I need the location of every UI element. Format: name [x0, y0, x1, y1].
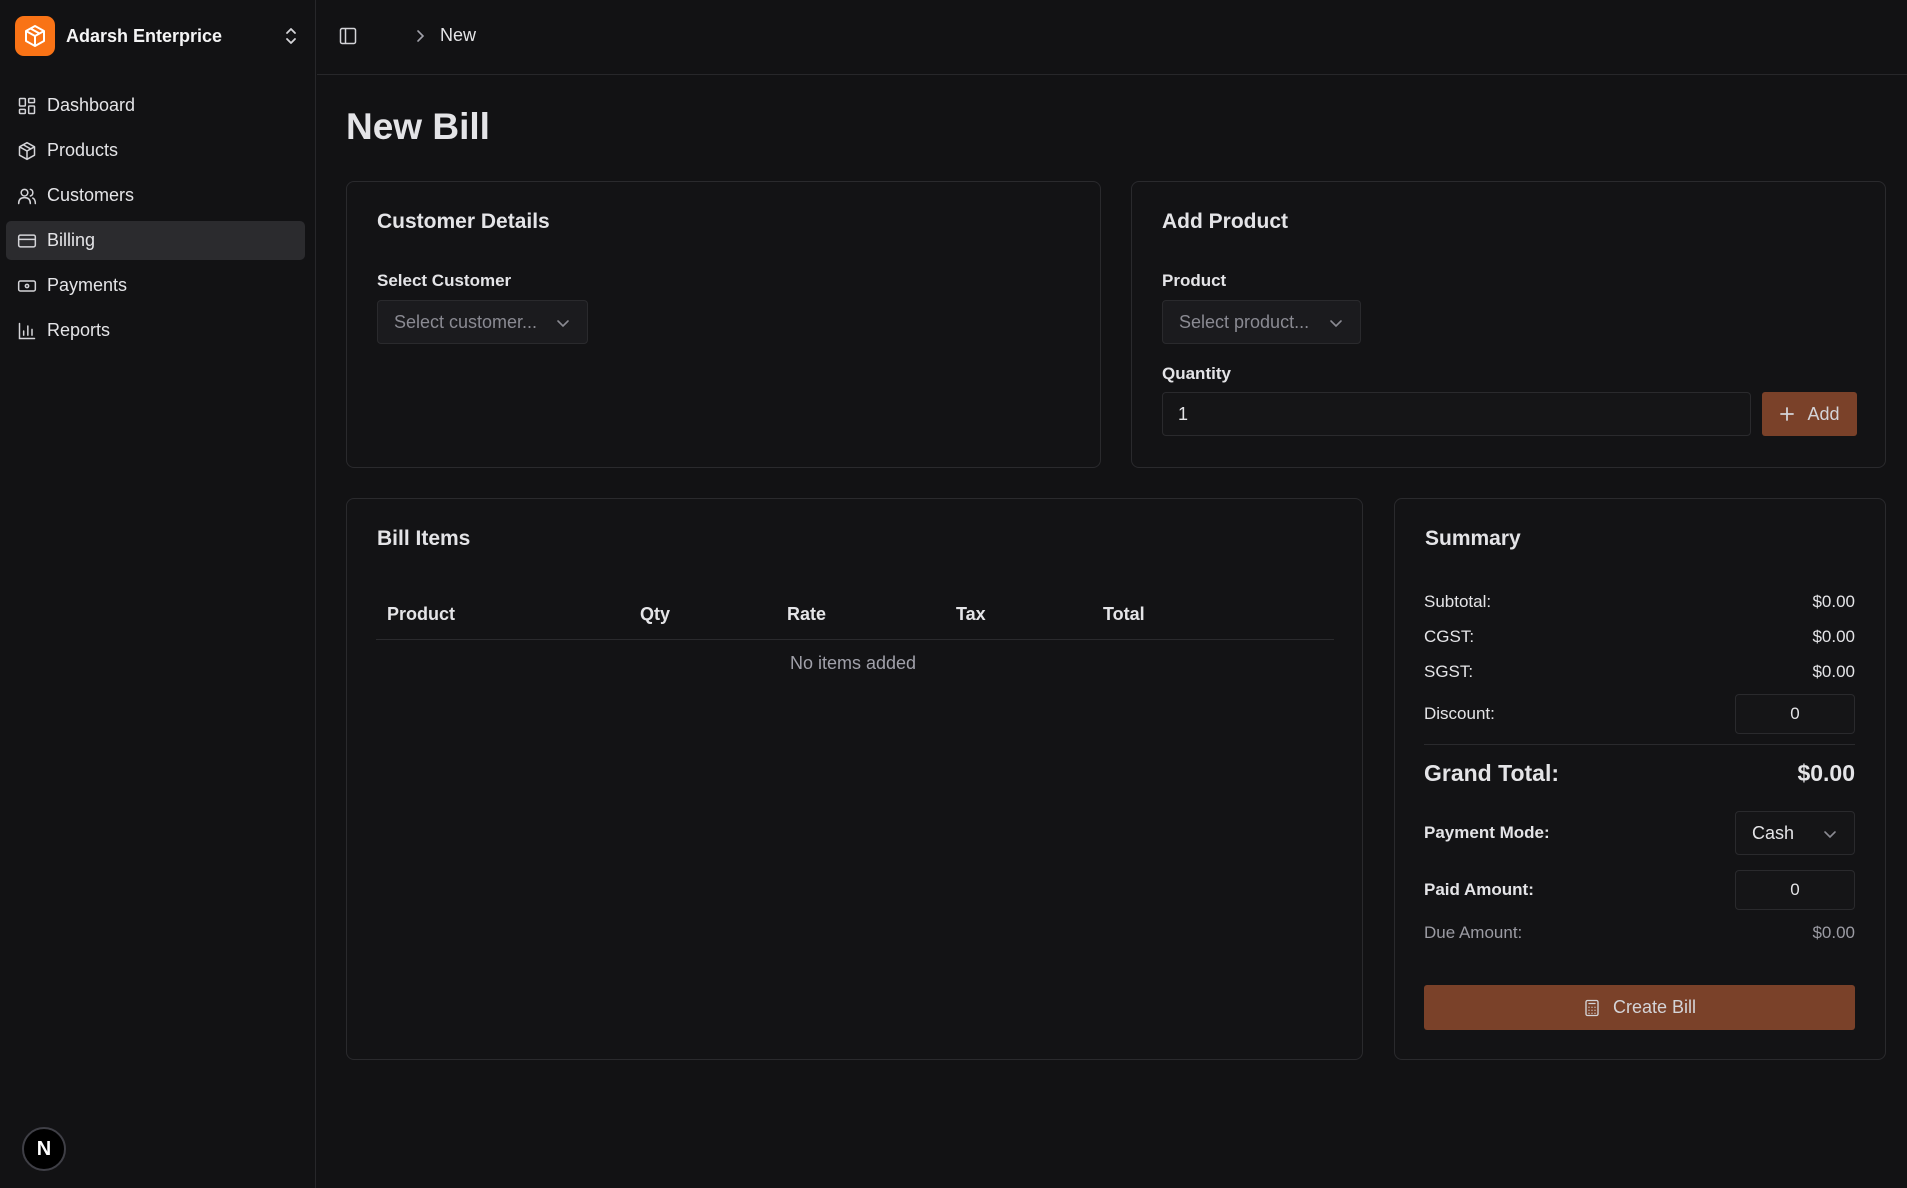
sidebar-nav: Dashboard Products Customers Billing Pay…	[6, 86, 305, 356]
breadcrumb-current: New	[440, 25, 477, 45]
customer-select-placeholder: Select customer...	[394, 311, 538, 332]
box-icon	[15, 16, 55, 56]
customer-details-card: Customer Details Select Customer Select …	[346, 181, 1101, 468]
sidebar-item-dashboard[interactable]: Dashboard	[6, 86, 305, 125]
create-bill-label: Create Bill	[1612, 997, 1697, 1017]
calculator-icon	[1585, 999, 1599, 1016]
quantity-label: Quantity	[1162, 364, 1231, 383]
select-customer-label: Select Customer	[377, 271, 512, 290]
column-header-rate: Rate	[787, 604, 827, 624]
grand-total-label: Grand Total:	[1424, 760, 1560, 786]
cgst-value: $0.00	[1812, 627, 1855, 646]
brand-switcher[interactable]: Adarsh Enterprice	[15, 15, 301, 57]
sidebar-item-label: Billing	[47, 230, 96, 250]
column-header-product: Product	[387, 604, 456, 624]
add-product-button[interactable]: Add	[1762, 392, 1857, 436]
sidebar-item-billing[interactable]: Billing	[6, 221, 305, 260]
chevron-down-icon	[1330, 320, 1342, 328]
page-title: New Bill	[346, 106, 490, 147]
subtotal-value: $0.00	[1812, 592, 1855, 611]
chevron-down-icon	[1824, 831, 1836, 839]
topbar: New	[317, 0, 1907, 75]
sidebar-item-payments[interactable]: Payments	[6, 266, 305, 305]
payment-mode-select[interactable]: Cash	[1735, 811, 1855, 855]
card-title: Customer Details	[377, 210, 550, 233]
discount-label: Discount:	[1424, 704, 1495, 723]
summary-divider	[1424, 744, 1855, 745]
card-title: Summary	[1425, 527, 1521, 550]
due-amount-label: Due Amount:	[1424, 923, 1523, 942]
quantity-input[interactable]: 1	[1162, 392, 1751, 436]
create-bill-button[interactable]: Create Bill	[1424, 985, 1855, 1030]
paid-amount-label: Paid Amount:	[1424, 880, 1534, 899]
credit-card-icon	[17, 233, 37, 248]
product-select[interactable]: Select product...	[1162, 300, 1361, 344]
sgst-value: $0.00	[1812, 662, 1855, 681]
product-label: Product	[1162, 271, 1227, 290]
card-title: Bill Items	[377, 527, 471, 550]
add-product-card: Add Product Product Select product... Qu…	[1131, 181, 1886, 468]
brand-name: Adarsh Enterprice	[66, 25, 223, 46]
table-header-divider	[376, 639, 1334, 640]
banknote-icon	[17, 279, 37, 292]
chevrons-up-down-icon[interactable]	[281, 26, 301, 46]
chevron-right-icon	[417, 30, 425, 42]
package-icon	[18, 141, 36, 160]
payment-mode-value: Cash	[1752, 822, 1795, 843]
users-icon	[17, 188, 37, 204]
chevron-down-icon	[557, 320, 569, 328]
subtotal-label: Subtotal:	[1424, 592, 1492, 611]
add-button-label: Add	[1807, 403, 1840, 424]
discount-input[interactable]: 0	[1735, 694, 1855, 734]
sidebar-item-label: Customers	[47, 185, 135, 205]
layout-dashboard-icon	[18, 97, 36, 114]
card-title: Add Product	[1162, 210, 1288, 233]
sidebar-item-label: Dashboard	[47, 95, 136, 115]
due-amount-value: $0.00	[1812, 923, 1855, 942]
sidebar-item-label: Payments	[47, 275, 128, 295]
column-header-total: Total	[1103, 604, 1145, 624]
sidebar-item-label: Reports	[47, 320, 111, 340]
sidebar-item-products[interactable]: Products	[6, 131, 305, 170]
grand-total-value: $0.00	[1797, 760, 1855, 786]
customer-select[interactable]: Select customer...	[377, 300, 588, 344]
sidebar-item-label: Products	[47, 140, 119, 160]
dev-tools-badge[interactable]: N	[22, 1127, 66, 1171]
sidebar: Adarsh Enterprice Dashboard Products Cus…	[0, 0, 316, 1188]
bill-items-card: Bill Items	[346, 498, 1363, 1060]
column-header-tax: Tax	[956, 604, 986, 624]
payment-mode-label: Payment Mode:	[1424, 823, 1550, 842]
paid-amount-input[interactable]: 0	[1735, 870, 1855, 910]
sidebar-item-reports[interactable]: Reports	[6, 311, 305, 350]
column-header-qty: Qty	[640, 604, 671, 624]
cgst-label: CGST:	[1424, 627, 1475, 646]
sidebar-item-customers[interactable]: Customers	[6, 176, 305, 215]
sidebar-toggle-icon[interactable]	[337, 25, 359, 47]
empty-items-message: No items added	[790, 653, 917, 673]
bar-chart-icon	[18, 322, 36, 339]
plus-icon	[1780, 407, 1795, 421]
sgst-label: SGST:	[1424, 662, 1474, 681]
product-select-placeholder: Select product...	[1179, 311, 1310, 332]
